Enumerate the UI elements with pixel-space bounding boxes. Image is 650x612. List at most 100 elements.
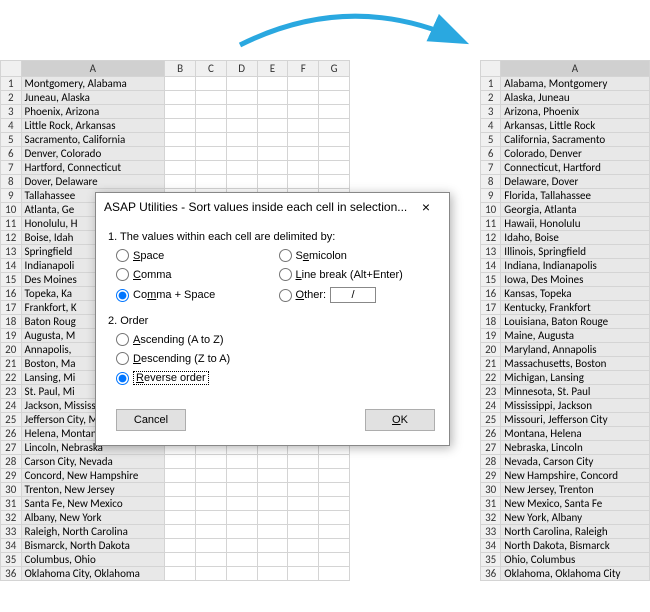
cell[interactable] — [319, 539, 350, 553]
cell[interactable] — [257, 119, 288, 133]
cell[interactable]: Dover, Delaware — [21, 175, 165, 189]
cell[interactable] — [288, 511, 319, 525]
cell[interactable] — [226, 161, 257, 175]
row-header[interactable]: 19 — [1, 329, 22, 343]
cell[interactable]: Alabama, Montgomery — [501, 77, 649, 91]
cell[interactable]: Louisiana, Baton Rouge — [501, 315, 649, 329]
cell[interactable]: Oklahoma, Oklahoma City — [501, 567, 649, 581]
cell[interactable]: Phoenix, Arizona — [21, 105, 165, 119]
cell[interactable] — [319, 147, 350, 161]
cell[interactable] — [165, 161, 196, 175]
cell[interactable] — [288, 77, 319, 91]
cell[interactable] — [196, 497, 227, 511]
cell[interactable]: Albany, New York — [21, 511, 165, 525]
radio-other[interactable]: Other: — [279, 287, 438, 303]
row-header[interactable]: 20 — [481, 343, 501, 357]
column-header[interactable]: A — [501, 61, 649, 77]
cell[interactable] — [257, 525, 288, 539]
cell[interactable] — [288, 91, 319, 105]
cell[interactable]: Concord, New Hampshire — [21, 469, 165, 483]
row-header[interactable]: 21 — [481, 357, 501, 371]
cell[interactable] — [165, 483, 196, 497]
cell[interactable] — [196, 147, 227, 161]
row-header[interactable]: 24 — [1, 399, 22, 413]
cell[interactable]: North Dakota, Bismarck — [501, 539, 649, 553]
row-header[interactable]: 9 — [1, 189, 22, 203]
cell[interactable] — [257, 161, 288, 175]
row-header[interactable]: 19 — [481, 329, 501, 343]
cell[interactable]: New Mexico, Santa Fe — [501, 497, 649, 511]
row-header[interactable]: 33 — [481, 525, 501, 539]
row-header[interactable]: 36 — [1, 567, 22, 581]
row-header[interactable]: 23 — [1, 385, 22, 399]
ok-button[interactable]: OK — [365, 409, 435, 431]
cell[interactable]: Colorado, Denver — [501, 147, 649, 161]
cell[interactable]: Trenton, New Jersey — [21, 483, 165, 497]
radio-space[interactable]: Space — [116, 249, 275, 262]
cell[interactable]: Carson City, Nevada — [21, 455, 165, 469]
row-header[interactable]: 22 — [481, 371, 501, 385]
cell[interactable] — [319, 455, 350, 469]
row-header[interactable]: 17 — [481, 301, 501, 315]
cell[interactable]: Georgia, Atlanta — [501, 203, 649, 217]
row-header[interactable]: 22 — [1, 371, 22, 385]
cell[interactable] — [196, 525, 227, 539]
cell[interactable] — [288, 147, 319, 161]
cell[interactable] — [196, 469, 227, 483]
cell[interactable] — [196, 553, 227, 567]
cell[interactable] — [196, 175, 227, 189]
row-header[interactable]: 7 — [1, 161, 22, 175]
row-header[interactable]: 2 — [1, 91, 22, 105]
cell[interactable] — [165, 539, 196, 553]
cell[interactable] — [288, 553, 319, 567]
cell[interactable] — [288, 525, 319, 539]
row-header[interactable]: 21 — [1, 357, 22, 371]
cell[interactable]: Delaware, Dover — [501, 175, 649, 189]
cell[interactable] — [196, 119, 227, 133]
cell[interactable] — [319, 161, 350, 175]
cell[interactable] — [226, 567, 257, 581]
row-header[interactable]: 15 — [481, 273, 501, 287]
row-header[interactable]: 17 — [1, 301, 22, 315]
close-icon[interactable]: × — [411, 199, 441, 215]
cell[interactable] — [288, 567, 319, 581]
cell[interactable] — [319, 511, 350, 525]
cell[interactable]: New Jersey, Trenton — [501, 483, 649, 497]
cell[interactable] — [319, 525, 350, 539]
cell[interactable]: Nevada, Carson City — [501, 455, 649, 469]
cell[interactable] — [319, 483, 350, 497]
row-header[interactable]: 5 — [481, 133, 501, 147]
cell[interactable]: Illinois, Springfield — [501, 245, 649, 259]
row-header[interactable]: 33 — [1, 525, 22, 539]
cell[interactable] — [196, 91, 227, 105]
cell[interactable] — [257, 469, 288, 483]
cell[interactable] — [319, 119, 350, 133]
cell[interactable] — [165, 147, 196, 161]
row-header[interactable]: 35 — [1, 553, 22, 567]
cell[interactable] — [226, 469, 257, 483]
row-header[interactable]: 35 — [481, 553, 501, 567]
cell[interactable] — [196, 483, 227, 497]
row-header[interactable]: 25 — [1, 413, 22, 427]
row-header[interactable]: 32 — [1, 511, 22, 525]
cell[interactable] — [226, 91, 257, 105]
cell[interactable]: California, Sacramento — [501, 133, 649, 147]
row-header[interactable]: 11 — [1, 217, 22, 231]
cell[interactable] — [226, 455, 257, 469]
row-header[interactable]: 13 — [481, 245, 501, 259]
row-header[interactable]: 28 — [481, 455, 501, 469]
cell[interactable] — [226, 525, 257, 539]
cell[interactable] — [319, 77, 350, 91]
cell[interactable] — [288, 119, 319, 133]
row-header[interactable]: 1 — [481, 77, 501, 91]
radio-comma[interactable]: Comma — [116, 268, 275, 281]
cell[interactable]: Juneau, Alaska — [21, 91, 165, 105]
cell[interactable] — [257, 567, 288, 581]
cell[interactable] — [288, 161, 319, 175]
row-header[interactable]: 31 — [1, 497, 22, 511]
cell[interactable] — [165, 567, 196, 581]
cell[interactable]: Connecticut, Hartford — [501, 161, 649, 175]
cell[interactable] — [288, 133, 319, 147]
row-header[interactable]: 5 — [1, 133, 22, 147]
cell[interactable]: Oklahoma City, Oklahoma — [21, 567, 165, 581]
